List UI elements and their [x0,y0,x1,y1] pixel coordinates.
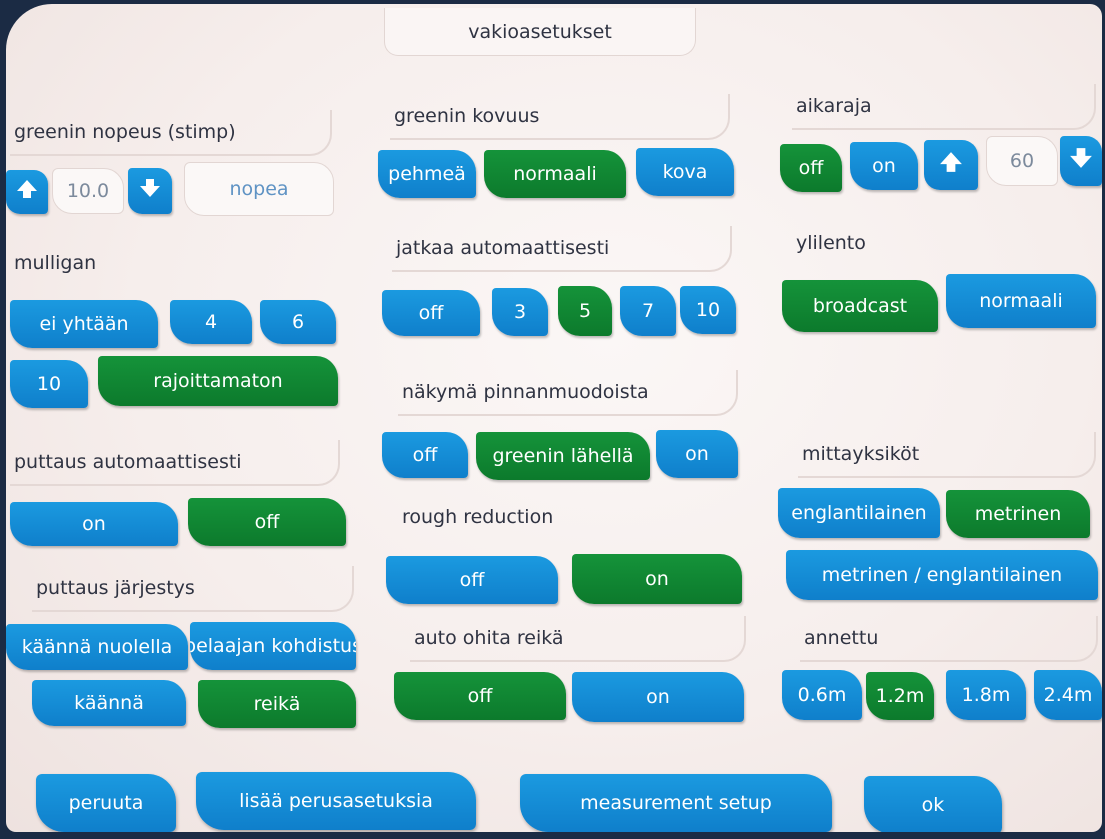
reika-button[interactable]: reikä [198,680,356,728]
speed-description-field: nopea [184,162,334,216]
settings-screen: vakioasetukset greenin nopeus (stimp) 10… [6,4,1102,832]
annettu-0-6m-button[interactable]: 0.6m [782,670,862,720]
metrinen-englantilainen-button[interactable]: metrinen / englantilainen [786,550,1098,600]
puttaus-auto-label: puttaus automaattisesti [10,440,340,486]
ylilento-broadcast-button[interactable]: broadcast [782,280,938,332]
annettu-2-4m-button[interactable]: 2.4m [1034,670,1102,720]
jatkaa-7-button[interactable]: 7 [620,286,676,336]
nakyma-greenin-lahella-button[interactable]: greenin lähellä [476,432,650,480]
annettu-1-2m-button[interactable]: 1.2m [866,672,934,720]
annettu-label: annettu [800,616,1098,662]
englantilainen-button[interactable]: englantilainen [778,488,940,538]
aikaraja-down-button[interactable] [1060,136,1102,186]
aikaraja-on-button[interactable]: on [850,142,918,190]
ylilento-label: ylilento [796,232,866,254]
greenin-kovuus-label: greenin kovuus [390,94,730,140]
pelaajan-kohdistus-button[interactable]: pelaajan kohdistus [190,622,356,670]
jatkaa-10-button[interactable]: 10 [680,286,736,334]
jatkaa-off-button[interactable]: off [382,290,480,336]
ok-button[interactable]: ok [864,776,1002,832]
puttaus-auto-on-button[interactable]: on [10,502,178,546]
jatkaa-5-button[interactable]: 5 [558,286,612,336]
annettu-1-8m-button[interactable]: 1.8m [946,670,1026,720]
auto-ohita-on-button[interactable]: on [572,672,744,722]
kovuus-normaali-button[interactable]: normaali [484,150,626,198]
kaanna-button[interactable]: käännä [32,680,186,726]
metrinen-button[interactable]: metrinen [946,490,1090,538]
kaanna-nuolella-button[interactable]: käännä nuolella [6,624,188,670]
mulligan-10-button[interactable]: 10 [10,360,88,408]
ylilento-normaali-button[interactable]: normaali [946,274,1096,328]
speed-value-field[interactable]: 10.0 [52,168,124,214]
arrow-up-icon [939,150,963,180]
nakyma-on-button[interactable]: on [656,430,738,478]
rough-off-button[interactable]: off [386,556,558,604]
speed-up-button[interactable] [6,170,48,214]
aikaraja-value-field[interactable]: 60 [986,136,1058,186]
greenin-nopeus-label: greenin nopeus (stimp) [10,110,332,156]
arrow-up-icon [16,178,38,206]
kovuus-kova-button[interactable]: kova [636,148,734,196]
speed-down-button[interactable] [128,168,172,214]
auto-ohita-off-button[interactable]: off [394,672,566,720]
mittayksikot-label: mittayksiköt [798,432,1096,478]
nakyma-label: näkymä pinnanmuodoista [398,370,738,416]
aikaraja-label: aikaraja [792,84,1096,130]
nakyma-off-button[interactable]: off [382,432,468,478]
measurement-setup-button[interactable]: measurement setup [520,774,832,832]
arrow-down-icon [1069,146,1093,176]
mulligan-4-button[interactable]: 4 [170,300,252,344]
peruuta-button[interactable]: peruuta [36,774,176,832]
puttaus-jarjestys-label: puttaus järjestys [32,566,354,612]
jatkaa-3-button[interactable]: 3 [492,288,548,336]
kovuus-pehmea-button[interactable]: pehmeä [378,150,476,198]
arrow-down-icon [139,177,161,205]
mulligan-rajoittamaton-button[interactable]: rajoittamaton [98,356,338,406]
jatkaa-label: jatkaa automaattisesti [392,226,732,272]
aikaraja-off-button[interactable]: off [780,144,842,192]
rough-on-button[interactable]: on [572,554,742,604]
page-title: vakioasetukset [384,8,696,56]
mulligan-6-button[interactable]: 6 [260,300,336,344]
rough-reduction-label: rough reduction [402,506,554,528]
puttaus-auto-off-button[interactable]: off [188,498,346,546]
lisaa-perusasetuksia-button[interactable]: lisää perusasetuksia [196,772,476,830]
auto-ohita-label: auto ohita reikä [410,616,746,662]
aikaraja-up-button[interactable] [924,140,978,190]
mulligan-label: mulligan [14,252,97,274]
mulligan-ei-yhtaan-button[interactable]: ei yhtään [10,300,158,348]
